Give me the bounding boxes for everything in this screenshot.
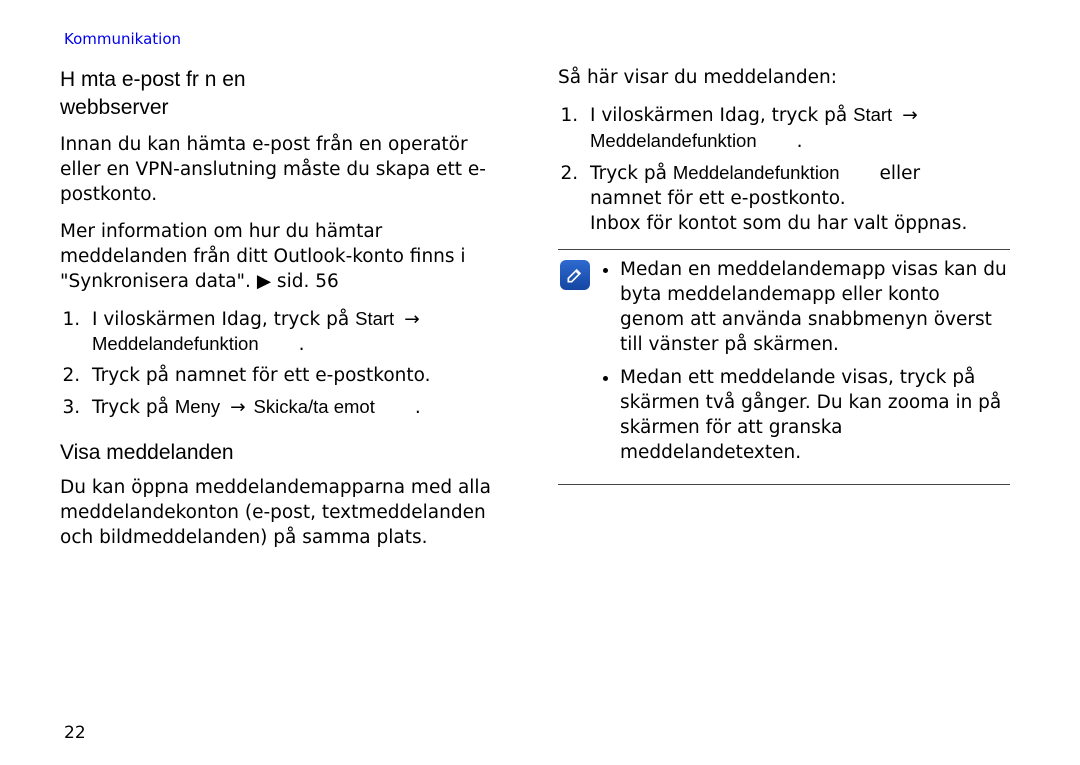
steps-left: I viloskärmen Idag, tryck på Start → Medd… — [60, 307, 512, 422]
step-right-1: I viloskärmen Idag, tryck på Start → Medd… — [584, 103, 1010, 155]
note-bullet-1: Medan en meddelandemapp visas kan du byt… — [620, 258, 1008, 358]
heading-visa-meddelanden: Visa meddelanden — [60, 439, 512, 467]
ui-start: Start — [355, 308, 394, 329]
note-icon — [560, 260, 590, 290]
ui-start: Start — [853, 104, 892, 125]
intro-paragraph-2: Mer information om hur du hämtar meddela… — [60, 220, 512, 295]
heading-line2: webbserver — [60, 96, 169, 119]
arrow-icon: → — [230, 397, 246, 418]
ui-meddelandefunktion: Meddelandefunktion — [590, 130, 757, 151]
right-intro: Så här visar du meddelanden: — [558, 66, 1010, 91]
r2-text-a: Tryck på — [590, 163, 673, 184]
period: . — [797, 131, 803, 152]
heading-line1: H mta e-post fr n en — [60, 68, 246, 91]
r2-eller: eller — [880, 163, 921, 184]
right-column: Så här visar du meddelanden: I viloskärm… — [558, 66, 1010, 563]
left-column: H mta e-post fr n en webbserver Innan du… — [60, 66, 512, 563]
ui-meny: Meny — [175, 396, 220, 417]
step3-text-a: Tryck på — [92, 397, 175, 418]
ui-skicka-ta-emot: Skicka/ta emot — [254, 396, 375, 417]
ui-meddelandefunktion: Meddelandefunktion — [673, 162, 840, 183]
step-left-2: Tryck på namnet för ett e-postkonto. — [86, 364, 512, 389]
manual-page: Kommunikation H mta e-post fr n en webbs… — [0, 0, 1080, 765]
section-header: Kommunikation — [64, 30, 1020, 48]
r2-text-c: Inbox för kontot som du har valt öppnas. — [590, 213, 967, 234]
visa-paragraph: Du kan öppna meddelandemapparna med alla… — [60, 476, 512, 551]
r1-text-a: I viloskärmen Idag, tryck på — [590, 105, 853, 126]
period: . — [299, 334, 305, 355]
r2-text-b: namnet för ett e-postkonto. — [590, 188, 846, 209]
ui-meddelandefunktion: Meddelandefunktion — [92, 333, 259, 354]
triangle-icon: ▶ — [257, 271, 271, 292]
step1-text-a: I viloskärmen Idag, tryck på — [92, 309, 355, 330]
note-box: Medan en meddelandemapp visas kan du byt… — [558, 249, 1010, 485]
intro-paragraph-1: Innan du kan hämta e-post från en operat… — [60, 133, 512, 208]
two-column-layout: H mta e-post fr n en webbserver Innan du… — [60, 66, 1020, 563]
p2-part-b: sid. 56 — [271, 271, 339, 292]
heading-hamta-epost: H mta e-post fr n en webbserver — [60, 66, 512, 123]
note-bullet-2: Medan ett meddelande visas, tryck på skä… — [620, 366, 1008, 466]
pencil-icon — [565, 265, 585, 285]
step-right-2: Tryck på Meddelandefunktion eller namnet … — [584, 161, 1010, 237]
note-list: Medan en meddelandemapp visas kan du byt… — [600, 258, 1008, 474]
arrow-icon: → — [902, 105, 918, 126]
period: . — [415, 397, 421, 418]
arrow-icon: → — [404, 309, 420, 330]
step-left-1: I viloskärmen Idag, tryck på Start → Medd… — [86, 307, 512, 359]
steps-right: I viloskärmen Idag, tryck på Start → Medd… — [558, 103, 1010, 237]
step-left-3: Tryck på Meny → Skicka/ta emot. — [86, 395, 512, 421]
page-number: 22 — [64, 723, 86, 743]
